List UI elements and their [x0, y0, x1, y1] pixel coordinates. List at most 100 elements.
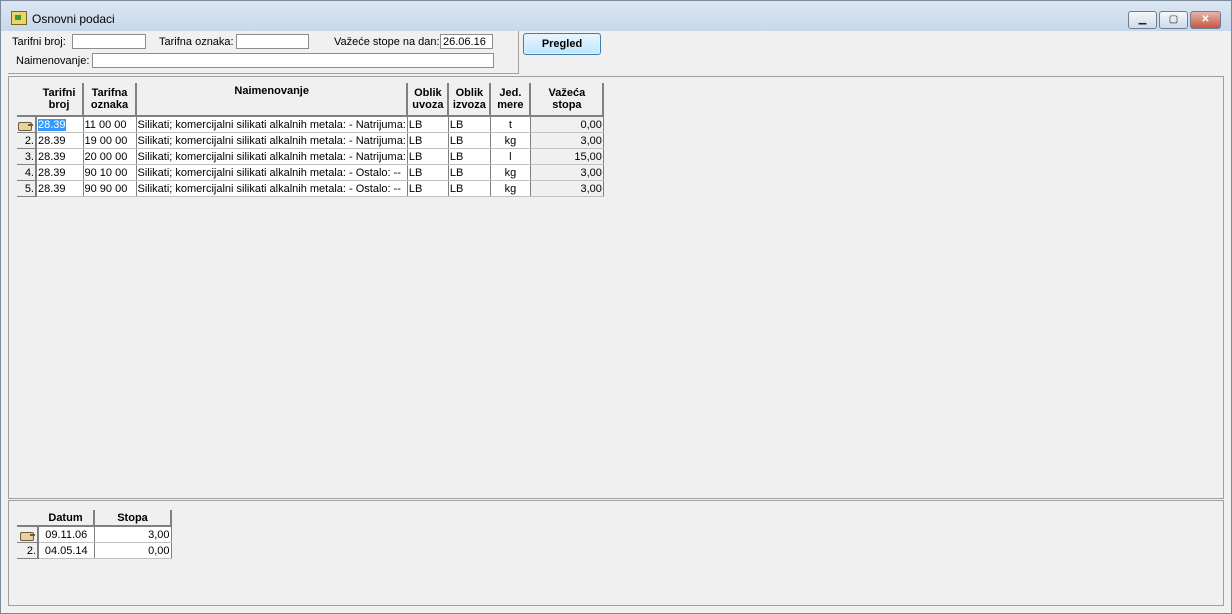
cell-tarifni-broj[interactable]: 28.39	[36, 116, 84, 133]
col-tarifni-broj[interactable]: Tarifni broj	[36, 83, 84, 117]
history-pane: Datum Stopa 09.11.06 3,00 2. 04.05.14 0,…	[8, 500, 1224, 606]
cell-jed-mere[interactable]: kg	[490, 132, 531, 149]
cell-oblik-uvoza[interactable]: LB	[407, 164, 449, 181]
col-oblik-uvoza[interactable]: Oblik uvoza	[407, 83, 450, 117]
cell-vazeca-stopa[interactable]: 3,00	[530, 164, 604, 181]
cell-tarifna-oznaka[interactable]: 11 00 00	[83, 116, 137, 133]
cell-tarifni-broj[interactable]: 28.39	[36, 148, 84, 165]
header-label: Stopa	[117, 511, 148, 524]
row-number[interactable]: 3.	[17, 148, 37, 165]
cell-tarifni-broj[interactable]: 28.39	[36, 164, 84, 181]
tarifni-broj-label: Tarifni broj:	[12, 36, 66, 48]
cell-oblik-izvoza[interactable]: LB	[448, 132, 491, 149]
table-row[interactable]: 4. 28.39 90 10 00 Silikati; komercijalni…	[17, 164, 604, 181]
cell-datum[interactable]: 04.05.14	[38, 542, 95, 559]
cell-oblik-uvoza[interactable]: LB	[407, 148, 449, 165]
table-row[interactable]: 3. 28.39 20 00 00 Silikati; komercijalni…	[17, 148, 604, 165]
cell-stopa[interactable]: 0,00	[94, 542, 172, 559]
naimenovanje-label: Naimenovanje:	[16, 55, 90, 67]
cell-naimenovanje[interactable]: Silikati; komercijalni silikati alkalnih…	[136, 180, 408, 197]
tariff-table: Tarifni broj Tarifna oznaka Naimenovanje O…	[17, 83, 605, 197]
cell-vazeca-stopa[interactable]: 0,00	[530, 116, 604, 133]
filter-panel: Tarifni broj: Tarifna oznaka: Važeće sto…	[8, 31, 519, 74]
col-vazeca-stopa[interactable]: Važeća stopa	[530, 83, 605, 117]
col-tarifna-oznaka[interactable]: Tarifna oznaka	[83, 83, 137, 117]
col-stopa[interactable]: Stopa	[94, 510, 172, 527]
row-indicator[interactable]	[17, 116, 37, 133]
main-window: Osnovni podaci ▁ ▢ ✕ Tarifni broj: Tarif…	[0, 0, 1232, 614]
row-number[interactable]: 4.	[17, 164, 37, 181]
results-pane: Tarifni broj Tarifna oznaka Naimenovanje O…	[8, 76, 1224, 499]
tarifni-broj-input[interactable]	[72, 34, 146, 49]
col-oblik-izvoza[interactable]: Oblik izvoza	[448, 83, 492, 117]
cell-tarifna-oznaka[interactable]: 90 90 00	[83, 180, 137, 197]
row-indicator[interactable]	[17, 526, 39, 543]
header-label: broj	[48, 99, 70, 111]
cell-tarifni-broj[interactable]: 28.39	[36, 180, 84, 197]
tarifna-oznaka-label: Tarifna oznaka:	[159, 36, 234, 48]
header-label: Oblik	[414, 87, 442, 99]
title-bar[interactable]: Osnovni podaci ▁ ▢ ✕	[1, 1, 1231, 31]
cell-oblik-uvoza[interactable]: LB	[407, 180, 449, 197]
col-datum[interactable]: Datum	[38, 510, 95, 527]
cell-oblik-izvoza[interactable]: LB	[448, 116, 491, 133]
pointing-hand-icon	[20, 530, 36, 541]
table-header-row: Datum Stopa	[17, 510, 172, 527]
cell-oblik-izvoza[interactable]: LB	[448, 180, 491, 197]
header-label: Oblik	[455, 87, 484, 99]
header-label: Naimenovanje	[234, 85, 309, 97]
cell-naimenovanje[interactable]: Silikati; komercijalni silikati alkalnih…	[136, 116, 408, 133]
cell-oblik-izvoza[interactable]: LB	[448, 164, 491, 181]
close-button[interactable]: ✕	[1190, 11, 1221, 29]
row-number[interactable]: 5.	[17, 180, 37, 197]
col-jed-mere[interactable]: Jed. mere	[490, 83, 532, 117]
maximize-button[interactable]: ▢	[1159, 11, 1188, 29]
row-header-corner	[17, 510, 38, 527]
rate-history-table: Datum Stopa 09.11.06 3,00 2. 04.05.14 0,…	[17, 510, 172, 559]
cell-tarifni-broj[interactable]: 28.39	[36, 132, 84, 149]
selected-cell-text: 28.39	[38, 118, 66, 131]
cell-jed-mere[interactable]: kg	[490, 180, 531, 197]
vazece-stope-date-input[interactable]	[440, 34, 493, 49]
cell-oblik-uvoza[interactable]: LB	[407, 116, 449, 133]
cell-vazeca-stopa[interactable]: 3,00	[530, 132, 604, 149]
cell-naimenovanje[interactable]: Silikati; komercijalni silikati alkalnih…	[136, 132, 408, 149]
cell-jed-mere[interactable]: kg	[490, 164, 531, 181]
cell-naimenovanje[interactable]: Silikati; komercijalni silikati alkalnih…	[136, 164, 408, 181]
minimize-button[interactable]: ▁	[1128, 11, 1157, 29]
header-label: uvoza	[412, 99, 444, 111]
cell-jed-mere[interactable]: t	[490, 116, 531, 133]
pointing-hand-icon	[18, 120, 34, 131]
cell-naimenovanje[interactable]: Silikati; komercijalni silikati alkalnih…	[136, 148, 408, 165]
row-number[interactable]: 2.	[17, 542, 39, 559]
table-row[interactable]: 2. 28.39 19 00 00 Silikati; komercijalni…	[17, 132, 604, 149]
cell-oblik-izvoza[interactable]: LB	[448, 148, 491, 165]
pregled-button[interactable]: Pregled	[523, 33, 601, 55]
cell-oblik-uvoza[interactable]: LB	[407, 132, 449, 149]
table-row[interactable]: 2. 04.05.14 0,00	[17, 542, 172, 559]
cell-vazeca-stopa[interactable]: 3,00	[530, 180, 604, 197]
cell-tarifna-oznaka[interactable]: 19 00 00	[83, 132, 137, 149]
cell-tarifna-oznaka[interactable]: 90 10 00	[83, 164, 137, 181]
cell-jed-mere[interactable]: l	[490, 148, 531, 165]
col-naimenovanje[interactable]: Naimenovanje	[136, 83, 409, 117]
table-row[interactable]: 09.11.06 3,00	[17, 526, 172, 543]
window-title: Osnovni podaci	[32, 12, 115, 26]
header-label: Jed.	[499, 87, 522, 99]
header-label: oznaka	[90, 99, 129, 111]
cell-vazeca-stopa[interactable]: 15,00	[530, 148, 604, 165]
row-number[interactable]: 2.	[17, 132, 37, 149]
header-label: Tarifni	[42, 87, 76, 99]
naimenovanje-input[interactable]	[92, 53, 494, 68]
tarifna-oznaka-input[interactable]	[236, 34, 309, 49]
header-label: Tarifna	[91, 87, 128, 99]
cell-tarifna-oznaka[interactable]: 20 00 00	[83, 148, 137, 165]
cell-stopa[interactable]: 3,00	[94, 526, 172, 543]
row-header-corner	[17, 83, 36, 117]
header-label: stopa	[552, 99, 582, 111]
header-label: izvoza	[452, 99, 486, 111]
cell-datum[interactable]: 09.11.06	[38, 526, 95, 543]
table-row[interactable]: 28.39 11 00 00 Silikati; komercijalni si…	[17, 116, 604, 133]
header-label: mere	[497, 99, 524, 111]
table-row[interactable]: 5. 28.39 90 90 00 Silikati; komercijalni…	[17, 180, 604, 197]
